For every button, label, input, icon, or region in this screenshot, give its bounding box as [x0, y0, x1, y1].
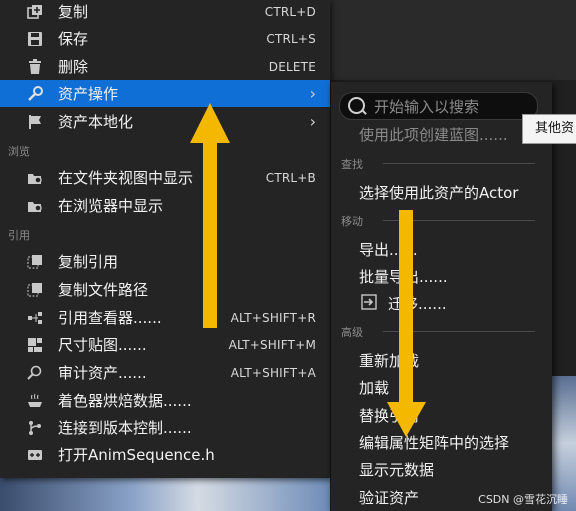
editor-toolbar-area — [320, 0, 576, 80]
folder-search-icon — [26, 169, 44, 187]
menu-item-label: 尺寸贴图...... — [58, 336, 147, 354]
asset-actions-submenu: 开始输入以搜索 使用此项创建蓝图...... 查找 选择使用此资产的Actor … — [331, 82, 552, 511]
audit-icon — [26, 364, 44, 382]
section-header-find: 查找 — [341, 158, 363, 171]
menu-item-connect-source-control[interactable]: 连接到版本控制...... — [0, 414, 330, 441]
menu-item-size-map[interactable]: 尺寸贴图...... ALT+SHIFT+M — [0, 331, 330, 358]
menu-item-export[interactable]: 导出...... — [359, 239, 418, 260]
menu-item-create-blueprint[interactable]: 使用此项创建蓝图...... — [359, 124, 508, 145]
menu-item-select-actor[interactable]: 选择使用此资产的Actor — [359, 182, 518, 203]
menu-item-label: 资产本地化 — [58, 113, 134, 131]
menu-item-show-in-browser[interactable]: 在浏览器中显示 — [0, 192, 330, 219]
shortcut-text: DELETE — [268, 59, 316, 74]
viewport-image — [0, 478, 330, 511]
menu-item-label: 保存 — [58, 30, 89, 48]
section-divider — [383, 331, 535, 332]
menu-item-shader-cook-data[interactable]: 着色器烘焙数据...... — [0, 387, 330, 414]
watermark: CSDN @雪花沉睡 — [478, 493, 568, 506]
tooltip: 其他资 — [522, 114, 576, 144]
migrate-icon — [361, 294, 377, 314]
menu-item-audit-assets[interactable]: 审计资产...... ALT+SHIFT+A — [0, 359, 330, 386]
menu-item-reimport[interactable]: 重新加载 — [359, 350, 419, 371]
menu-item-label: 复制文件路径 — [58, 281, 149, 299]
menu-item-duplicate[interactable]: 复制 CTRL+D — [0, 0, 330, 25]
menu-item-label: 在文件夹视图中显示 — [58, 169, 194, 187]
menu-item-label: 复制 — [58, 3, 89, 21]
menu-item-delete[interactable]: 删除 DELETE — [0, 53, 330, 80]
menu-item-validate-assets[interactable]: 验证资产 — [359, 487, 419, 508]
context-menu: 复制 CTRL+D 保存 CTRL+S 删除 DELETE 资产操作 › 资产本… — [0, 0, 330, 478]
shortcut-text: CTRL+B — [265, 170, 316, 185]
menu-item-show-metadata[interactable]: 显示元数据 — [359, 459, 434, 480]
shortcut-text: CTRL+D — [264, 4, 316, 19]
menu-item-label: 审计资产...... — [58, 364, 147, 382]
menu-item-show-in-folder-view[interactable]: 在文件夹视图中显示 CTRL+B — [0, 164, 330, 191]
section-header-advanced: 高级 — [341, 326, 363, 339]
menu-item-edit-property-matrix[interactable]: 编辑属性矩阵中的选择 — [359, 432, 509, 453]
folder-search-icon — [26, 197, 44, 215]
menu-item-label: 着色器烘焙数据...... — [58, 392, 192, 410]
menu-item-label: 引用查看器...... — [58, 309, 162, 327]
flag-icon — [26, 113, 44, 131]
shortcut-text: ALT+SHIFT+R — [230, 310, 316, 325]
copy-reference-icon — [26, 253, 44, 271]
copy-icon — [26, 3, 44, 21]
shortcut-text: CTRL+S — [266, 31, 316, 46]
menu-item-label: 在浏览器中显示 — [58, 197, 164, 215]
menu-item-reference-viewer[interactable]: 引用查看器...... ALT+SHIFT+R — [0, 304, 330, 331]
wrench-icon — [26, 85, 44, 103]
menu-item-label: 打开AnimSequence.h — [58, 446, 215, 464]
search-input[interactable]: 开始输入以搜索 — [339, 92, 538, 120]
menu-item-label: 资产操作 — [58, 85, 119, 103]
menu-item-replace-references[interactable]: 替换引用 — [359, 405, 419, 426]
chevron-right-icon: › — [309, 112, 316, 131]
copy-path-icon — [26, 281, 44, 299]
chevron-right-icon: › — [309, 84, 316, 103]
source-control-icon — [26, 419, 44, 437]
cpp-file-icon — [26, 446, 44, 464]
shortcut-text: ALT+SHIFT+M — [228, 337, 316, 352]
shortcut-text: ALT+SHIFT+A — [230, 365, 316, 380]
save-icon — [26, 30, 44, 48]
menu-item-migrate[interactable]: 迁移...... — [388, 293, 447, 314]
menu-item-label: 删除 — [58, 58, 89, 76]
section-divider — [383, 220, 535, 221]
menu-item-load[interactable]: 加载 — [359, 377, 389, 398]
trash-icon — [26, 58, 44, 76]
search-placeholder: 开始输入以搜索 — [374, 98, 480, 116]
menu-item-label: 复制引用 — [58, 253, 119, 271]
menu-item-label: 连接到版本控制...... — [58, 419, 192, 437]
section-divider — [383, 163, 535, 164]
section-header-browse: 浏览 — [8, 145, 30, 158]
menu-item-bulk-export[interactable]: 批量导出...... — [359, 266, 448, 287]
size-map-icon — [26, 336, 44, 354]
section-header-references: 引用 — [8, 229, 30, 242]
menu-item-open-header-file[interactable]: 打开AnimSequence.h — [0, 441, 330, 468]
reference-viewer-icon — [26, 309, 44, 327]
search-icon — [348, 97, 365, 114]
menu-item-asset-actions[interactable]: 资产操作 › — [0, 80, 330, 107]
section-header-move: 移动 — [341, 215, 363, 228]
menu-item-copy-reference[interactable]: 复制引用 — [0, 248, 330, 275]
menu-item-copy-file-path[interactable]: 复制文件路径 — [0, 276, 330, 303]
menu-item-save[interactable]: 保存 CTRL+S — [0, 25, 330, 52]
menu-item-asset-localization[interactable]: 资产本地化 › — [0, 108, 330, 135]
shader-icon — [26, 392, 44, 410]
